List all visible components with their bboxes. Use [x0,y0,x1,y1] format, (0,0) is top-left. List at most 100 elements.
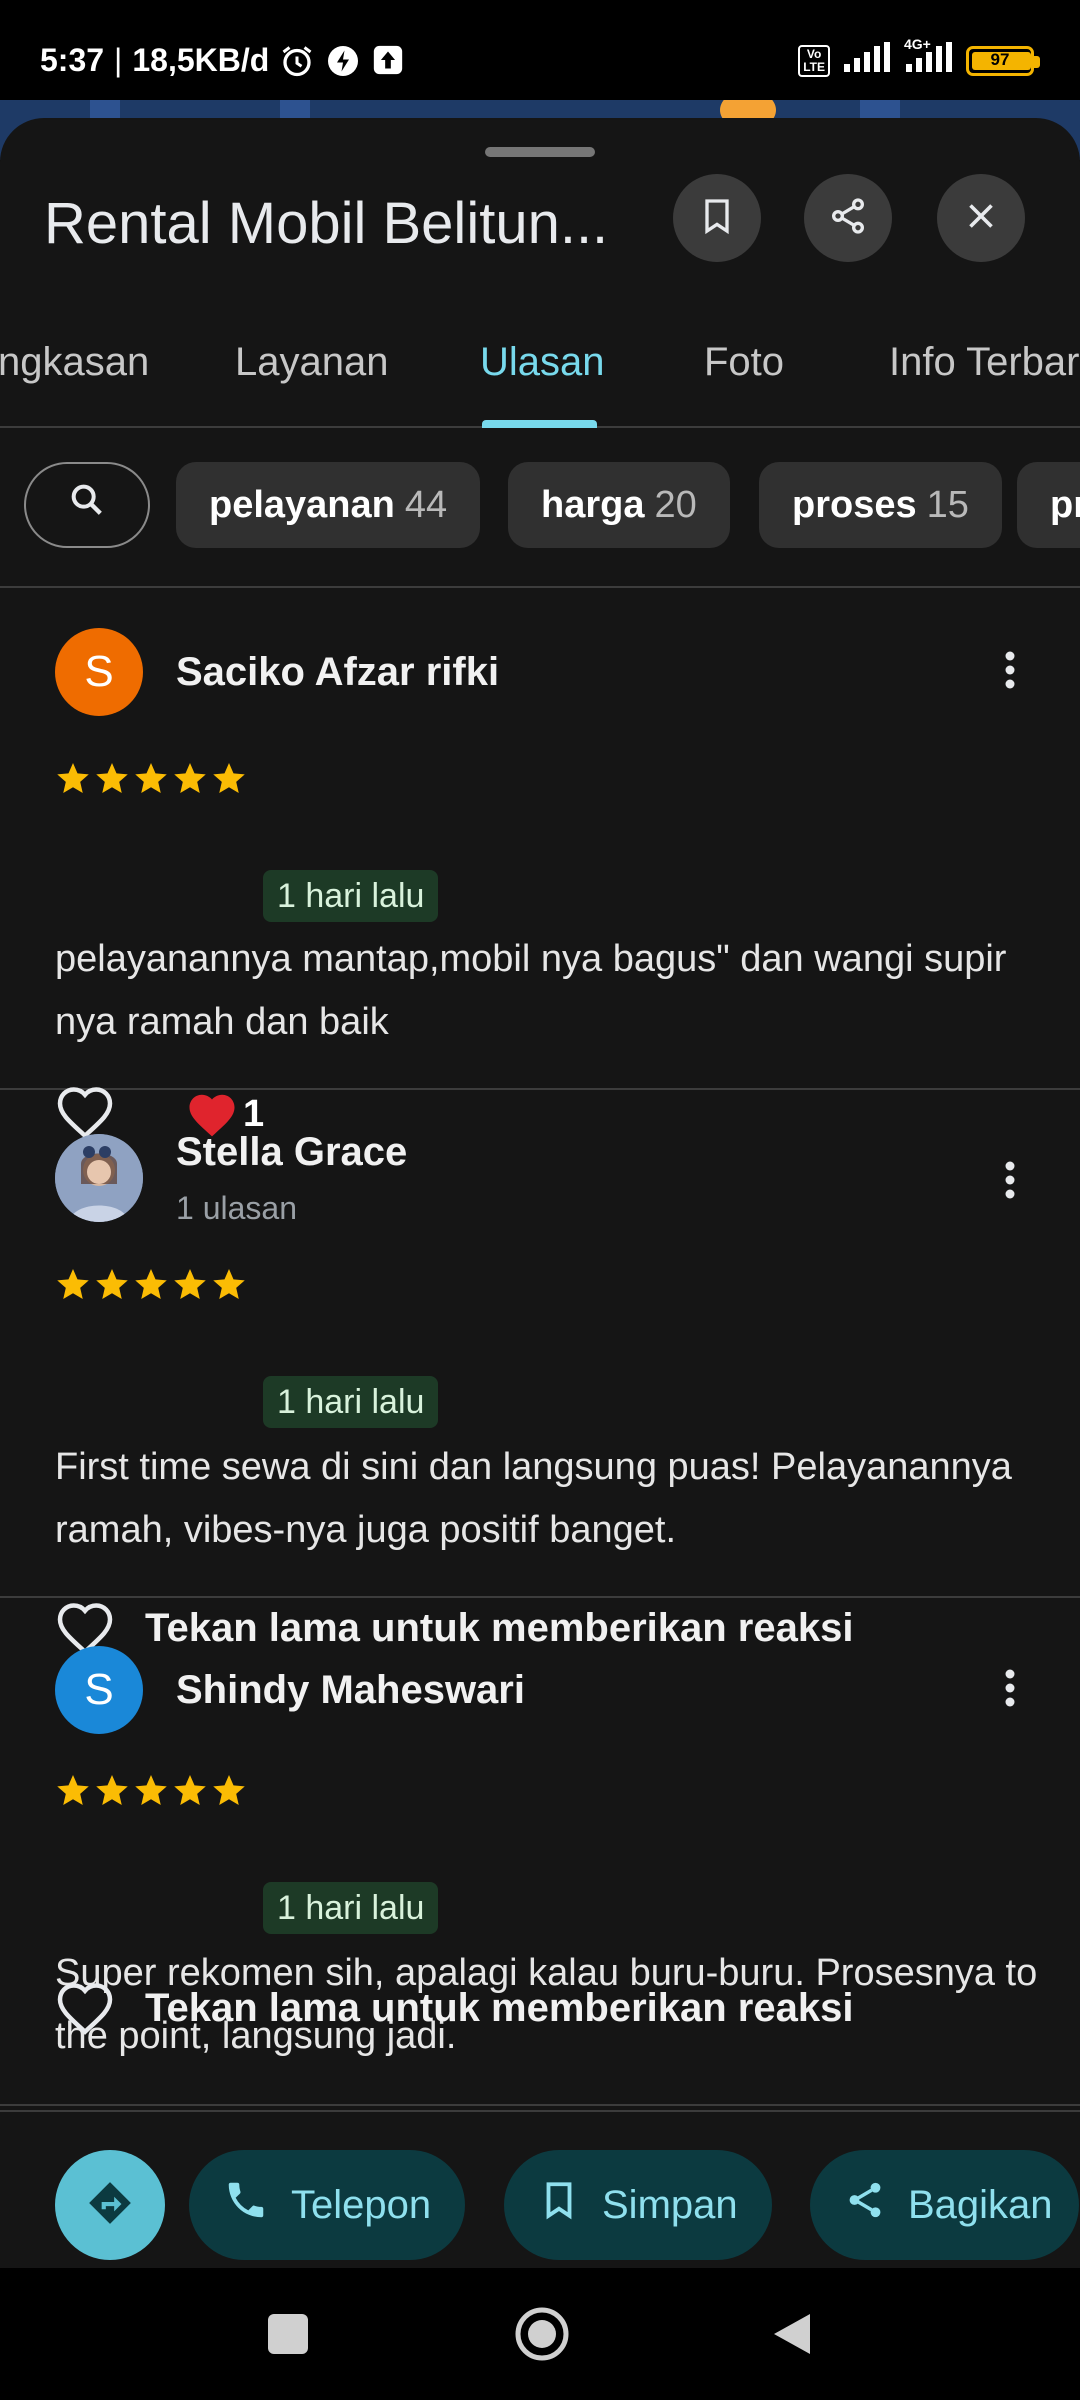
star-icon [135,1269,167,1299]
star-icon [57,763,89,793]
review-card: Stella Grace 1 ulasan 1 hari lalu First … [0,1090,1080,1655]
close-button[interactable] [937,174,1025,262]
star-rating [55,1772,247,1808]
more-options-button[interactable] [980,1152,1040,1212]
like-prompt: Tekan lama untuk memberikan reaksi [145,1985,854,2030]
chip-more[interactable]: pr [1017,462,1080,548]
star-icon [174,763,206,793]
star-icon [213,1775,245,1805]
action-bar: Telepon Simpan Bagikan [0,2110,1080,2268]
star-icon [213,763,245,793]
chip-label: harga [541,483,645,526]
chip-label: proses [792,483,917,526]
volte-icon: Vo LTE [798,44,830,77]
status-left: 5:37 | 18,5KB/d [40,42,407,79]
system-nav-bar [0,2268,1080,2400]
active-tab-indicator [482,420,597,428]
share-icon [828,196,868,241]
review-text: pelayanannya mantap,mobil nya bagus" dan… [55,938,1007,1043]
reviewer-name[interactable]: Saciko Afzar rifki [176,650,499,695]
star-rating [55,760,247,796]
star-icon [96,1269,128,1299]
share-label: Bagikan [908,2182,1053,2227]
reviewer-review-count: 1 ulasan [176,1190,297,1226]
save-button[interactable]: Simpan [504,2150,772,2260]
directions-button[interactable] [55,2150,165,2260]
profile-photo [55,1134,143,1222]
alarm-icon [279,43,315,79]
chip-label: pelayanan [209,483,395,526]
tab-info-terbaru[interactable]: Info Terbar [889,298,1080,426]
star-icon [135,763,167,793]
chip-label: pr [1050,483,1080,526]
chip-count: 20 [654,483,697,526]
tab-ulasan[interactable]: Ulasan [480,298,605,426]
status-right: Vo LTE 4G+ 97 [798,36,1040,79]
home-button[interactable] [514,2306,570,2362]
save-label: Simpan [602,2182,738,2227]
chip-pelayanan[interactable]: pelayanan 44 [176,462,481,548]
star-icon [96,763,128,793]
bookmark-icon [538,2179,580,2231]
star-icon [213,1269,245,1299]
chip-harga[interactable]: harga 20 [508,462,730,548]
home-circle-icon [515,2307,569,2361]
tab-ringkasan[interactable]: ngkasan [0,298,149,426]
drag-handle[interactable] [485,147,595,157]
more-vert-icon [1004,650,1016,695]
star-icon [135,1775,167,1805]
call-label: Telepon [291,2182,432,2227]
more-options-button[interactable] [980,1660,1040,1720]
reaction-row[interactable]: Tekan lama untuk memberikan reaksi [55,1980,853,2036]
star-icon [57,1269,89,1299]
search-icon [67,480,107,530]
share-action-button[interactable]: Bagikan [810,2150,1079,2260]
place-title: Rental Mobil Belitun... [44,191,609,256]
chip-proses[interactable]: proses 15 [759,462,1002,548]
search-reviews-button[interactable] [24,462,150,548]
tab-layanan[interactable]: Layanan [235,298,388,426]
square-icon [268,2314,308,2354]
separator: | [114,42,123,78]
battery-level: 97 [990,49,1010,69]
reviewer-name[interactable]: Shindy Maheswari [176,1668,525,1713]
star-rating [55,1266,247,1302]
review-topic-chips: pelayanan44 harga20 proses15 pr [0,428,1080,588]
share-icon [844,2179,886,2231]
signal-4g-icon: 4G+ [904,36,954,79]
reviewer-name[interactable]: Stella Grace [176,1130,407,1175]
review-date-badge: 1 hari lalu [263,1882,439,1934]
more-vert-icon [1004,1668,1016,1713]
close-icon [963,198,999,239]
status-bar: 5:37 | 18,5KB/d Vo LTE 4G+ 97 [0,0,1080,104]
avatar[interactable]: S [55,1646,143,1734]
review-date-badge: 1 hari lalu [263,1376,439,1428]
share-button[interactable] [804,174,892,262]
data-saver-icon [325,43,361,79]
avatar[interactable]: S [55,628,143,716]
chip-count: 15 [926,483,969,526]
signal-icon [842,42,892,79]
more-options-button[interactable] [980,642,1040,702]
tab-foto[interactable]: Foto [704,298,784,426]
clock: 5:37 [40,42,105,78]
review-text: First time sewa di sini dan langsung pua… [55,1446,1012,1551]
place-sheet: Rental Mobil Belitun... ngkasan Layanan … [0,118,1080,2268]
network-speed: 18,5KB/d [132,42,270,78]
review-date-badge: 1 hari lalu [263,870,439,922]
bookmark-icon [697,196,737,241]
recents-button[interactable] [262,2308,314,2360]
heart-outline-icon [57,1983,113,2035]
back-button[interactable] [766,2308,818,2360]
bookmark-button[interactable] [673,174,761,262]
more-vert-icon [1004,1160,1016,1205]
star-icon [57,1775,89,1805]
tab-bar: ngkasan Layanan Ulasan Foto Info Terbar [0,298,1080,428]
star-icon [174,1775,206,1805]
avatar[interactable] [55,1134,143,1222]
call-button[interactable]: Telepon [189,2150,466,2260]
review-card: S Saciko Afzar rifki 1 hari lalu pelayan… [0,588,1080,1139]
phone-icon [223,2177,269,2233]
star-icon [174,1269,206,1299]
network-type: 4G+ [904,36,931,52]
